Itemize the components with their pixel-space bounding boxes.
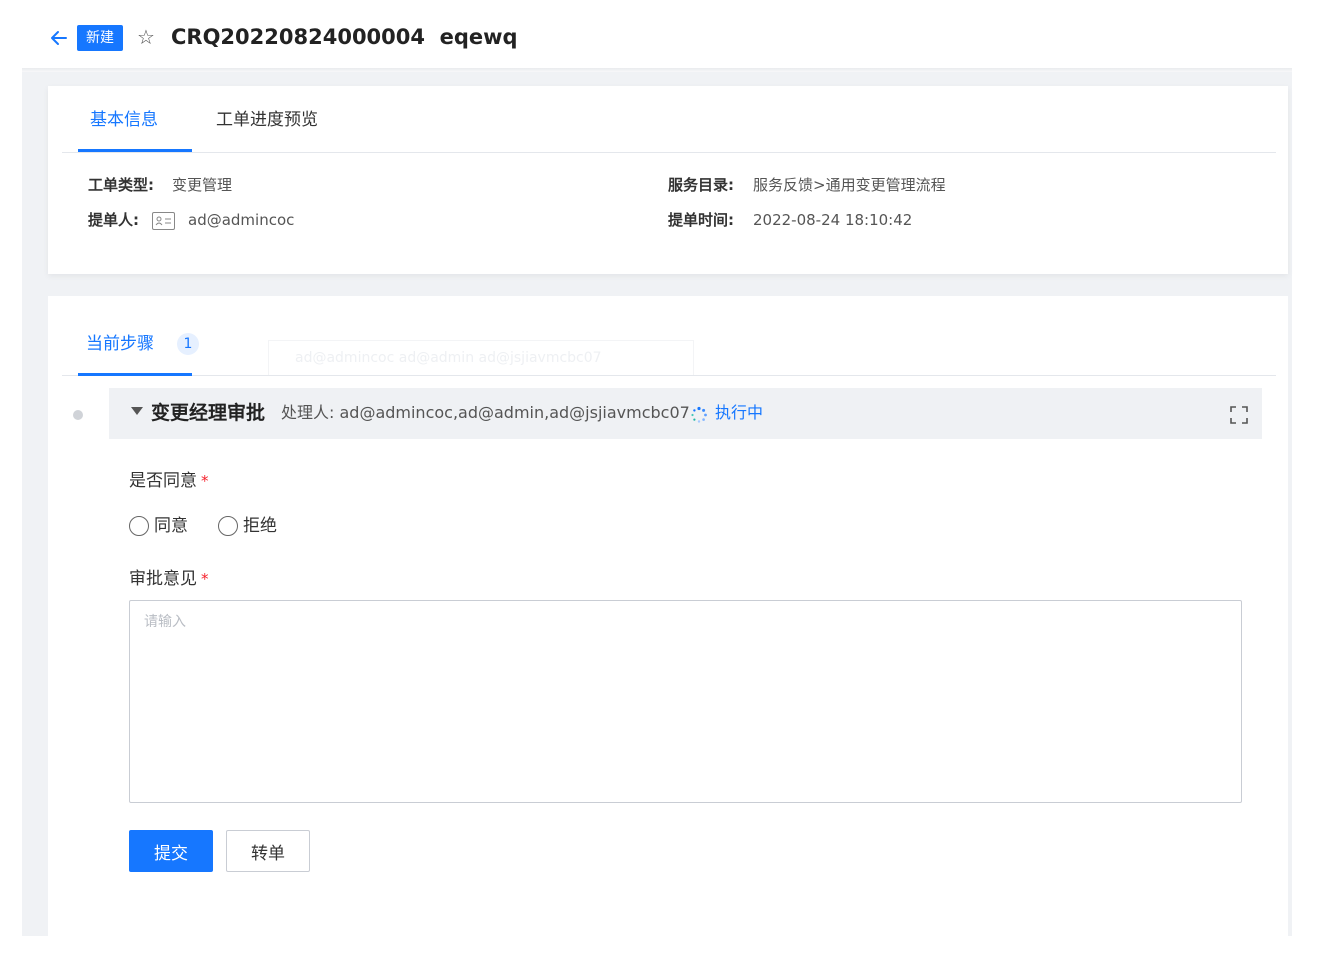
active-tab-indicator bbox=[78, 149, 192, 152]
basic-info-card: 基本信息 工单进度预览 工单类型: 变更管理 提单人: ad@admincoc … bbox=[48, 86, 1288, 274]
radio-circle[interactable] bbox=[218, 516, 238, 536]
ticket-type-value: 变更管理 bbox=[172, 176, 233, 194]
main-content: 基本信息 工单进度预览 工单类型: 变更管理 提单人: ad@admincoc … bbox=[22, 72, 1292, 936]
expand-icon[interactable] bbox=[1228, 404, 1250, 426]
submit-button[interactable]: 提交 bbox=[129, 830, 213, 872]
transfer-button[interactable]: 转单 bbox=[226, 830, 310, 872]
radio-label[interactable]: 拒绝 bbox=[243, 514, 277, 538]
timeline-dot bbox=[73, 410, 83, 420]
star-icon[interactable]: ☆ bbox=[137, 24, 155, 50]
required-mark: * bbox=[201, 570, 209, 588]
opinion-label-text: 审批意见 bbox=[129, 569, 197, 589]
opinion-textarea[interactable] bbox=[129, 600, 1242, 803]
tab-current-step[interactable]: 当前步骤 bbox=[86, 332, 154, 356]
caret-down-icon[interactable] bbox=[131, 407, 143, 415]
step-tabs: 当前步骤 1 bbox=[62, 296, 1276, 376]
status-badge: 新建 bbox=[77, 25, 123, 51]
submitter-label: 提单人: bbox=[88, 211, 139, 229]
contact-card-icon bbox=[152, 212, 175, 230]
submit-time-value: 2022-08-24 18:10:42 bbox=[753, 211, 913, 229]
step-status: 执行中 bbox=[715, 403, 764, 422]
step-count-badge: 1 bbox=[177, 333, 199, 355]
current-step-card: ad@admincoc ad@admin ad@jsjiavmcbc07 当前步… bbox=[48, 296, 1288, 936]
tab-progress-preview[interactable]: 工单进度预览 bbox=[216, 108, 318, 132]
step-name: 变更经理审批 bbox=[151, 402, 266, 424]
agree-label: 是否同意 * bbox=[129, 469, 209, 493]
active-step-tab-indicator bbox=[78, 373, 192, 376]
tab-basic-info[interactable]: 基本信息 bbox=[90, 108, 158, 132]
ticket-type-label: 工单类型: bbox=[88, 176, 154, 194]
page-header: 新建 ☆ CRQ20220824000004 eqewq bbox=[0, 0, 1322, 72]
step-header[interactable]: 变更经理审批 处理人: ad@admincoc,ad@admin,ad@jsji… bbox=[109, 388, 1262, 439]
service-catalog-label: 服务目录: bbox=[668, 176, 734, 194]
page-title: CRQ20220824000004 eqewq bbox=[171, 25, 518, 49]
submitter-value[interactable]: ad@admincoc bbox=[188, 209, 294, 231]
service-catalog-value: 服务反馈>通用变更管理流程 bbox=[753, 176, 946, 194]
opinion-label: 审批意见 * bbox=[129, 567, 209, 591]
submit-time-label: 提单时间: bbox=[668, 211, 734, 229]
radio-label[interactable]: 同意 bbox=[154, 514, 188, 538]
step-handlers: 处理人: ad@admincoc,ad@admin,ad@jsjiavmcbc0… bbox=[281, 403, 690, 422]
required-mark: * bbox=[201, 472, 209, 490]
radio-circle[interactable] bbox=[129, 516, 149, 536]
agree-label-text: 是否同意 bbox=[129, 471, 197, 491]
info-tabs: 基本信息 工单进度预览 bbox=[62, 86, 1276, 153]
back-arrow-icon[interactable] bbox=[48, 25, 70, 51]
spinner-icon bbox=[690, 406, 708, 424]
